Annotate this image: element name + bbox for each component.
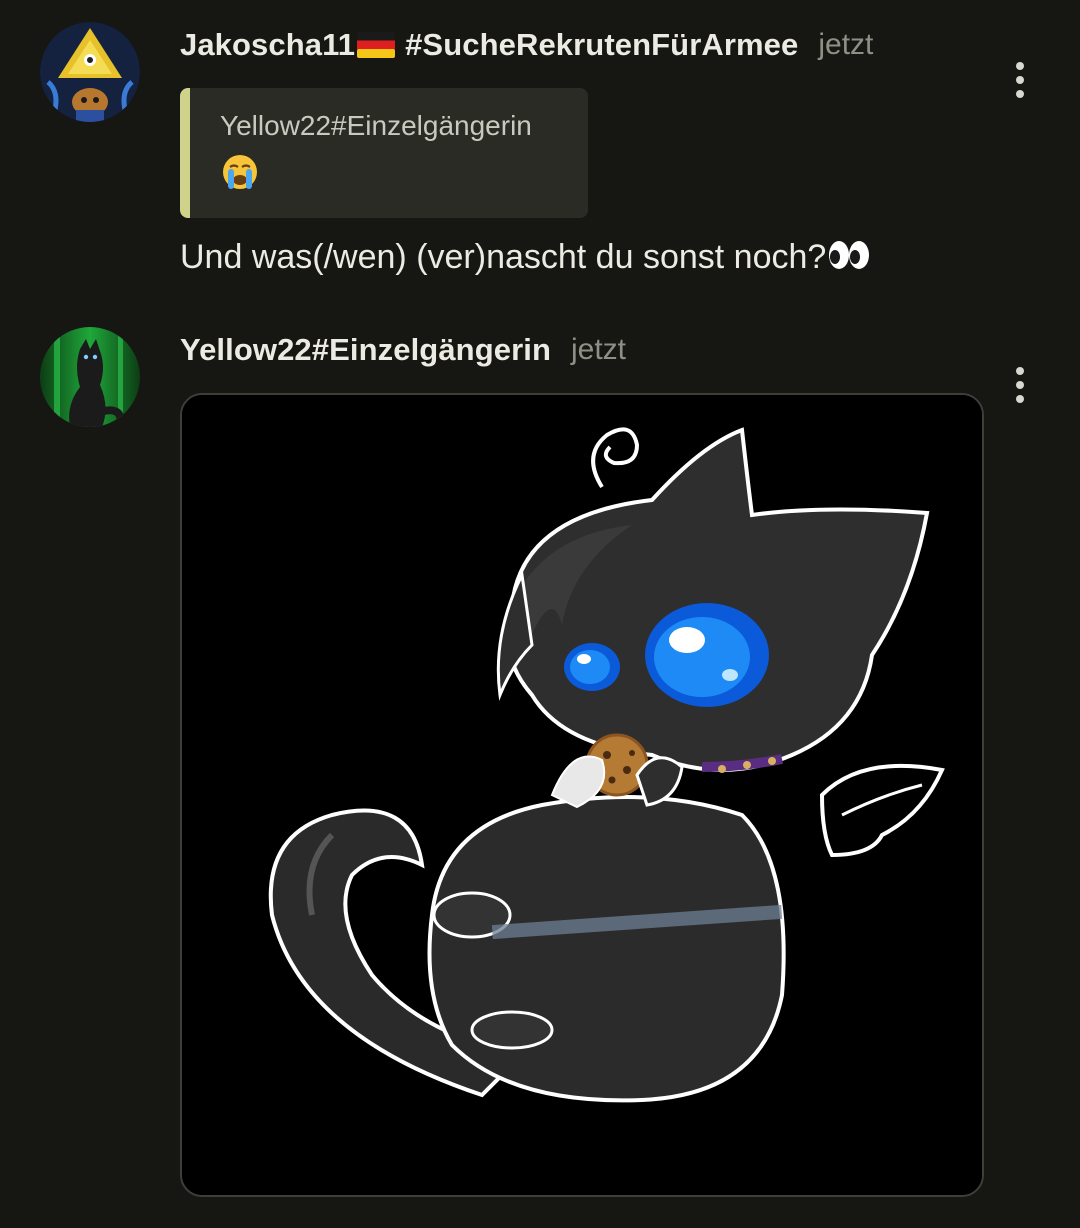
quoted-author: Yellow22#Einzelgängerin — [220, 110, 532, 141]
message-timestamp: jetzt — [571, 333, 627, 366]
message-text: Und was(/wen) (ver)nascht du sonst noch? — [180, 238, 870, 277]
message-text-content: Und was(/wen) (ver)nascht du sonst noch? — [180, 238, 827, 276]
avatar-image — [40, 327, 140, 427]
author-name[interactable]: Yellow22#Einzelgängerin — [180, 332, 551, 368]
germany-flag-icon — [357, 32, 396, 58]
message-image[interactable] — [180, 393, 984, 1197]
more-vertical-icon[interactable] — [1004, 365, 1036, 405]
chibi-cat-illustration — [182, 395, 982, 1195]
chat-feed: Jakoscha11 #SucheRekrutenFürArmee jetzt … — [0, 0, 1080, 1228]
avatar-image — [40, 22, 140, 122]
message-timestamp: jetzt — [818, 28, 874, 61]
author-tag-text: #SucheRekrutenFürArmee — [405, 27, 799, 62]
user-avatar[interactable] — [40, 22, 140, 122]
message-header: Jakoscha11 #SucheRekrutenFürArmee jetzt — [180, 20, 873, 70]
crying-face-icon — [223, 155, 257, 189]
quoted-reply[interactable]: Yellow22#Einzelgängerin — [180, 88, 588, 218]
user-avatar[interactable] — [40, 327, 140, 427]
eyes-icon — [829, 241, 870, 269]
more-vertical-icon[interactable] — [1004, 60, 1036, 100]
message-header: Yellow22#Einzelgängerin jetzt — [180, 325, 626, 375]
author-name-text: Jakoscha11 — [180, 27, 356, 62]
author-name[interactable]: Jakoscha11 #SucheRekrutenFürArmee — [180, 27, 798, 63]
